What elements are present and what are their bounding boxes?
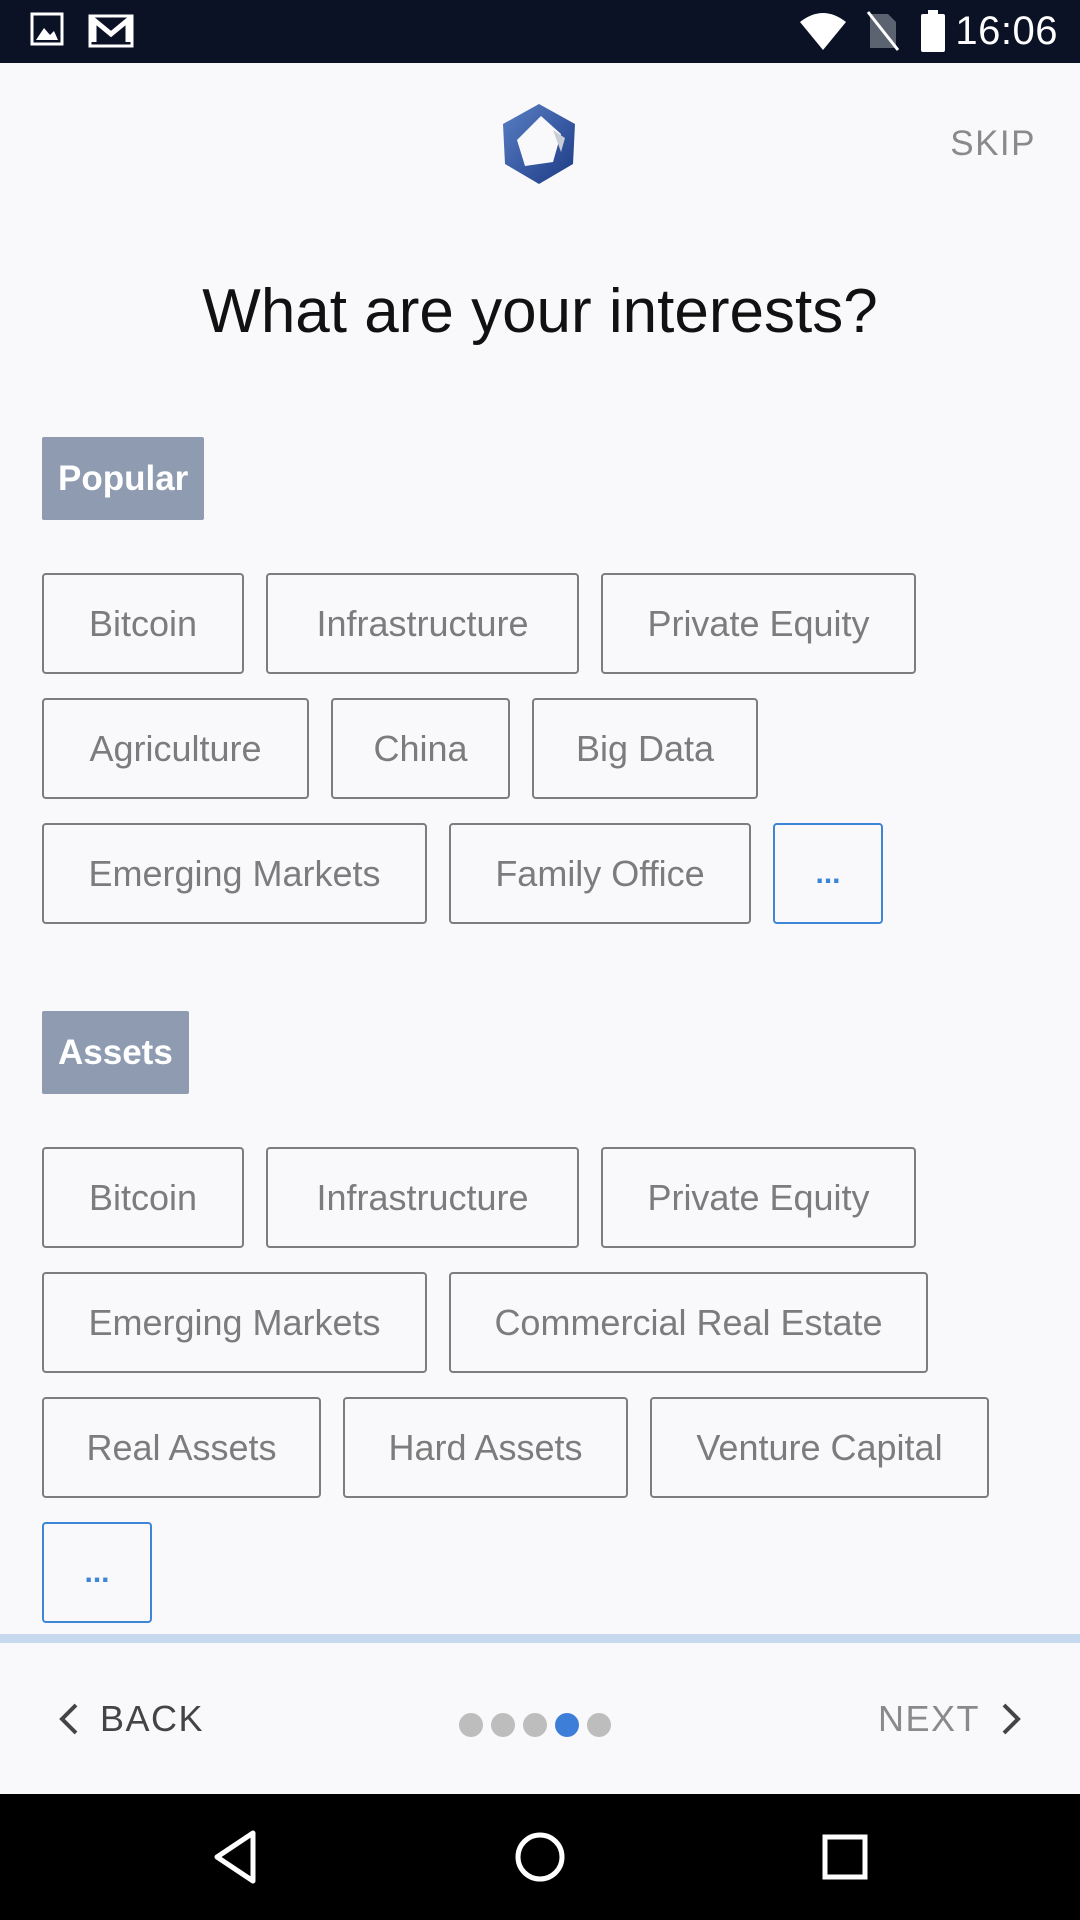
chip-venture-capital[interactable]: Venture Capital	[650, 1397, 989, 1498]
chip-real-assets[interactable]: Real Assets	[42, 1397, 321, 1498]
back-button[interactable]: BACK	[58, 1691, 204, 1747]
wifi-icon	[800, 13, 846, 50]
system-back-icon[interactable]	[205, 1827, 265, 1887]
gmail-notification-icon	[88, 14, 134, 48]
page-dot	[587, 1713, 611, 1737]
chip-hard-assets[interactable]: Hard Assets	[343, 1397, 628, 1498]
battery-icon	[921, 10, 945, 52]
system-recents-icon[interactable]	[815, 1827, 875, 1887]
back-label: BACK	[100, 1698, 205, 1739]
page-title: What are your interests?	[202, 277, 878, 346]
app-logo-icon	[503, 104, 575, 184]
system-home-icon[interactable]	[510, 1827, 570, 1887]
page-dot-active	[555, 1713, 579, 1737]
section-label-popular: Popular	[42, 437, 205, 520]
chip-infrastructure[interactable]: Infrastructure	[266, 1147, 579, 1248]
chip-emerging-markets[interactable]: Emerging Markets	[42, 1272, 427, 1373]
chevron-left-icon	[59, 1703, 78, 1735]
chevron-right-icon	[1002, 1703, 1021, 1735]
next-label: NEXT	[877, 1698, 980, 1739]
chip-bitcoin[interactable]: Bitcoin	[42, 573, 244, 674]
page-dot	[491, 1713, 515, 1737]
page-dot	[459, 1713, 483, 1737]
status-bar-time: 16:06	[955, 9, 1058, 53]
next-button[interactable]: NEXT	[878, 1691, 1022, 1747]
chip-emerging-markets[interactable]: Emerging Markets	[42, 823, 427, 924]
more-popular-button[interactable]: ...	[773, 823, 883, 924]
image-notification-icon	[30, 12, 64, 46]
chip-big-data[interactable]: Big Data	[532, 698, 758, 799]
page-dot	[523, 1713, 547, 1737]
system-nav-bar	[0, 1794, 1080, 1920]
chip-commercial-real-estate[interactable]: Commercial Real Estate	[449, 1272, 928, 1373]
screen: 16:06 SKIP What are your interests? Popu…	[0, 0, 1080, 1920]
more-assets-button[interactable]: ...	[42, 1522, 152, 1623]
bottom-divider	[0, 1634, 1080, 1643]
chip-bitcoin[interactable]: Bitcoin	[42, 1147, 244, 1248]
chip-agriculture[interactable]: Agriculture	[42, 698, 309, 799]
chip-group-popular: Bitcoin Infrastructure Private Equity Ag…	[42, 573, 1042, 924]
section-label-assets: Assets	[42, 1011, 189, 1094]
chip-private-equity[interactable]: Private Equity	[601, 1147, 916, 1248]
chip-infrastructure[interactable]: Infrastructure	[266, 573, 579, 674]
status-bar: 16:06	[0, 0, 1080, 63]
page-indicator	[459, 1713, 611, 1737]
bottom-nav: BACK NEXT	[0, 1643, 1080, 1794]
chip-china[interactable]: China	[331, 698, 510, 799]
chip-family-office[interactable]: Family Office	[449, 823, 751, 924]
skip-button[interactable]: SKIP	[950, 124, 1036, 164]
chip-private-equity[interactable]: Private Equity	[601, 573, 916, 674]
no-sim-icon	[866, 11, 900, 51]
chip-group-assets: Bitcoin Infrastructure Private Equity Em…	[42, 1147, 1042, 1623]
